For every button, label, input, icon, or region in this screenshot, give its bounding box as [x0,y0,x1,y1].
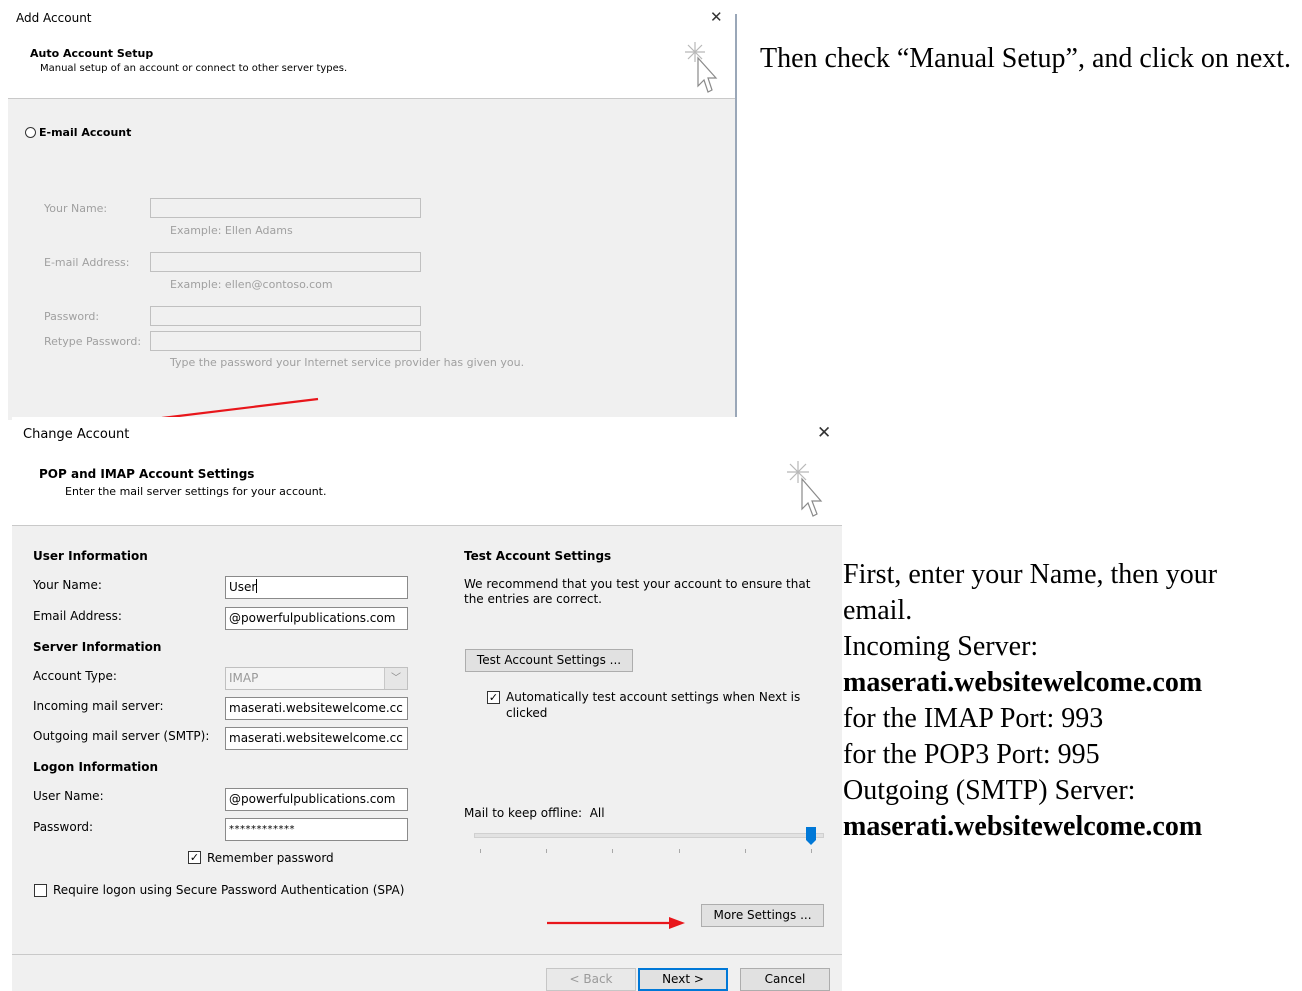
incoming-server-value: maserati.websitewelcome.com [843,665,1293,701]
header-subtitle: Manual setup of an account or connect to… [40,63,348,74]
offline-slider-track[interactable] [474,833,824,838]
radio-label: E-mail Account [39,126,132,139]
back-button[interactable]: < Back [546,968,636,991]
mail-offline-label: Mail to keep offline: All [464,806,605,820]
header-title: Auto Account Setup [30,47,154,60]
instruction-step1: Then check “Manual Setup”, and click on … [760,43,1292,74]
cancel-button[interactable]: Cancel [740,968,830,991]
auto-test-checkbox[interactable]: ✓ [487,691,500,704]
email-address-field[interactable]: @powerfulpublications.com [225,607,408,630]
email-address-hint: Example: ellen@contoso.com [170,278,333,291]
incoming-server-field[interactable]: maserati.websitewelcome.cc [225,697,408,720]
close-icon[interactable]: ✕ [710,8,723,26]
retype-password-field[interactable] [150,331,421,351]
slider-tick [679,849,680,853]
incoming-server-label: Incoming mail server: [33,699,164,713]
incoming-server-text: Incoming Server: [843,631,1039,662]
account-type-label: Account Type: [33,669,117,683]
slider-tick [745,849,746,853]
close-icon[interactable]: ✕ [817,423,831,443]
password-label: Password: [33,820,94,834]
offline-slider-thumb[interactable] [806,827,816,845]
header-subtitle: Enter the mail server settings for your … [65,485,327,498]
your-name-hint: Example: Ellen Adams [170,224,293,237]
email-address-label: E-mail Address: [44,256,130,269]
slider-tick [612,849,613,853]
more-settings-button[interactable]: More Settings ... [701,904,824,927]
your-name-field[interactable] [150,198,421,218]
password-label: Password: [44,310,100,323]
your-name-label: Your Name: [44,202,108,215]
outgoing-server-bold: maserati.websitewelcome.com [843,811,1203,842]
change-account-dialog: Change Account ✕ POP and IMAP Account Se… [12,417,842,991]
server-information-heading: Server Information [33,640,162,654]
email-account-radio[interactable]: E-mail Account [25,126,131,139]
chevron-down-icon: ﹀ [384,668,407,689]
outgoing-server-value: maserati.websitewelcome.com [843,809,1293,845]
title-bar: Change Account ✕ [12,417,842,455]
mail-offline-text: Mail to keep offline: [464,806,583,820]
incoming-server-bold: maserati.websitewelcome.com [843,667,1203,698]
your-name-value: User [229,580,257,594]
red-arrow [547,917,685,929]
slider-tick [546,849,547,853]
slider-tick [811,849,812,853]
next-button[interactable]: Next > [638,968,728,991]
user-information-heading: User Information [33,549,148,563]
your-name-field[interactable]: User [225,576,408,599]
outgoing-server-text: Outgoing (SMTP) Server: [843,775,1136,806]
dialog-header: Auto Account Setup Manual setup of an ac… [8,38,735,99]
instruction-step2: First, enter your Name, then your email.… [843,557,1293,845]
outgoing-server-label: Outgoing mail server (SMTP): [33,729,210,743]
spa-label: Require logon using Secure Password Auth… [53,883,405,897]
account-type-select: IMAP ﹀ [225,667,408,690]
password-field[interactable] [150,306,421,326]
user-name-label: User Name: [33,789,104,803]
radio-button[interactable] [25,127,36,138]
remember-password-checkbox[interactable]: ✓ [188,851,201,864]
cursor-sparkle-icon [685,42,718,93]
account-type-value: IMAP [229,671,259,685]
dialog-title: Change Account [23,427,130,442]
auto-test-label: Automatically test account settings when… [506,690,801,720]
password-hint: Type the password your Internet service … [170,356,525,369]
user-name-field[interactable]: @powerfulpublications.com [225,788,408,811]
pop3-port-text: for the POP3 Port: 995 [843,739,1100,770]
outgoing-server-field[interactable]: maserati.websitewelcome.cc [225,727,408,750]
window-edge [735,14,737,420]
your-name-label: Your Name: [33,578,102,592]
header-title: POP and IMAP Account Settings [39,467,255,481]
password-field[interactable]: ************ [225,818,408,841]
test-account-heading: Test Account Settings [464,549,612,563]
dialog-title: Add Account [16,11,92,25]
retype-password-label: Retype Password: [44,335,142,348]
remember-password-label: Remember password [207,851,334,865]
dialog-header: POP and IMAP Account Settings Enter the … [12,455,842,526]
logon-information-heading: Logon Information [33,760,159,774]
footer-divider [12,954,842,955]
imap-port-text: for the IMAP Port: 993 [843,703,1104,734]
email-address-label: Email Address: [33,609,122,623]
mail-offline-value: All [589,806,605,820]
cursor-sparkle-icon [787,461,823,517]
slider-tick [480,849,481,853]
add-account-dialog: Add Account ✕ Auto Account Setup Manual … [8,0,735,420]
instruction-name-email: First, enter your Name, then your email. [843,559,1218,626]
text-caret [256,579,258,593]
spa-checkbox[interactable] [34,884,47,897]
test-description: We recommend that you test your account … [464,577,811,606]
test-account-settings-button[interactable]: Test Account Settings ... [465,649,633,672]
email-address-field[interactable] [150,252,421,272]
title-bar: Add Account ✕ [8,0,735,38]
